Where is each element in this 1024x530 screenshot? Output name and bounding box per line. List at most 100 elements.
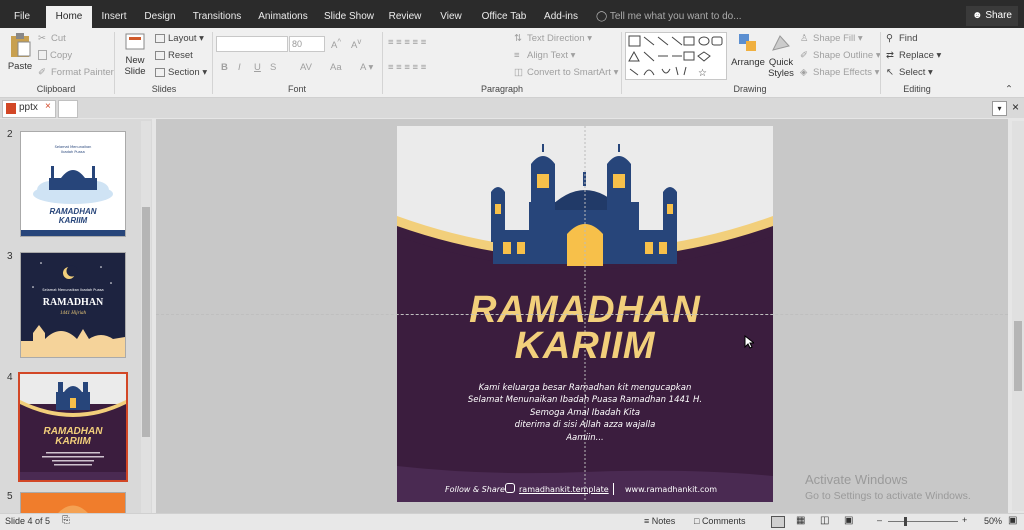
slide-title-line2: KARIIM bbox=[514, 325, 656, 367]
align-buttons[interactable]: ≡ ≡ ≡ ≡ ≡ bbox=[388, 62, 426, 73]
body-line: Selamat Menunaikan Ibadah Puasa Ramadhan… bbox=[467, 395, 703, 406]
slide-number: 2 bbox=[7, 129, 13, 140]
new-tab-button[interactable] bbox=[58, 100, 78, 118]
tab-slide-show[interactable]: Slide Show bbox=[321, 6, 377, 28]
copy-icon bbox=[38, 50, 47, 61]
shape-effects-label: Shape Effects bbox=[813, 67, 872, 78]
fit-to-window-icon[interactable]: ▣ bbox=[1008, 515, 1017, 526]
font-size-field[interactable]: 80 bbox=[289, 36, 325, 52]
italic-button[interactable]: I bbox=[238, 62, 241, 73]
svg-text:RAMADHAN: RAMADHAN bbox=[43, 297, 104, 308]
tab-add-ins[interactable]: Add-ins bbox=[539, 6, 583, 28]
replace-button[interactable]: ⇄ Replace ▾ bbox=[886, 50, 941, 61]
zoom-slider[interactable] bbox=[888, 521, 958, 522]
font-family-field[interactable] bbox=[216, 36, 288, 52]
comments-button[interactable]: □ Comments bbox=[694, 516, 745, 526]
cursor-icon: ↖ bbox=[886, 67, 894, 79]
slide-thumbnail-5[interactable] bbox=[20, 492, 126, 515]
tab-animations[interactable]: Animations bbox=[254, 6, 312, 28]
status-bar: Slide 4 of 5 ⎘ ≡ Notes □ Comments ▦ ◫ ▣ … bbox=[0, 513, 1024, 530]
tab-view[interactable]: View bbox=[433, 6, 469, 28]
shape-fill-button[interactable]: ♙ Shape Fill ▾ bbox=[800, 33, 863, 44]
canvas-scroll-thumb[interactable] bbox=[1014, 321, 1022, 391]
text-direction-button[interactable]: ⇅ Text Direction ▾ bbox=[514, 33, 592, 44]
tell-me-search[interactable]: ◯ Tell me what you want to do... bbox=[596, 6, 742, 28]
slide-thumbnail-2[interactable]: Selamat Menunaikan Ibadah Puasa RAMADHAN… bbox=[20, 131, 126, 237]
slides-group-label: Slides bbox=[151, 84, 177, 94]
new-slide-button[interactable]: New Slide bbox=[120, 32, 150, 77]
paste-button[interactable]: Paste bbox=[4, 32, 36, 72]
close-tab-icon[interactable]: × bbox=[45, 101, 51, 112]
change-case-button[interactable]: Aa bbox=[330, 62, 342, 73]
zoom-in-button[interactable]: + bbox=[962, 515, 967, 525]
tab-insert[interactable]: Insert bbox=[96, 6, 132, 28]
align-text-button[interactable]: ≡ Align Text ▾ bbox=[514, 50, 575, 61]
tab-office-tab[interactable]: Office Tab bbox=[477, 6, 531, 28]
text-direction-icon: ⇅ bbox=[514, 33, 522, 45]
activate-windows-title: Activate Windows bbox=[805, 472, 908, 487]
arrange-button[interactable]: Arrange bbox=[731, 32, 765, 68]
tab-list-dropdown[interactable]: ▾ bbox=[992, 101, 1007, 116]
normal-view-icon[interactable] bbox=[771, 516, 785, 528]
underline-button[interactable]: U bbox=[254, 62, 261, 73]
slideshow-icon[interactable]: ▣ bbox=[844, 515, 853, 526]
tab-design[interactable]: Design bbox=[139, 6, 181, 28]
notes-button[interactable]: ≡ Notes bbox=[644, 516, 675, 526]
font-color-button[interactable]: A ▾ bbox=[360, 62, 373, 73]
slide-thumbnail-3[interactable]: Selamat Menunaikan Ibadah Puasa RAMADHAN… bbox=[20, 252, 126, 358]
section-button[interactable]: Section ▾ bbox=[155, 67, 207, 78]
clipboard-icon bbox=[11, 33, 31, 57]
shapes-gallery[interactable]: ☆ bbox=[625, 32, 727, 80]
doc-tab[interactable]: pptx × bbox=[2, 100, 56, 118]
close-document-icon[interactable]: × bbox=[1009, 101, 1022, 114]
comments-label: Comments bbox=[701, 516, 746, 526]
website-url: www.ramadhankit.com bbox=[625, 485, 718, 494]
thumbnail-scroll-thumb[interactable] bbox=[142, 207, 150, 437]
slide-title[interactable]: RAMADHAN KARIIM bbox=[397, 291, 773, 367]
canvas-scrollbar[interactable] bbox=[1012, 121, 1024, 511]
shape-effects-button[interactable]: ◈ Shape Effects ▾ bbox=[800, 67, 879, 78]
tab-home[interactable]: Home bbox=[46, 6, 92, 28]
slide-body-text[interactable]: Kami keluarga besar Ramadhan kit menguca… bbox=[397, 382, 773, 444]
slide-3-art: Selamat Menunaikan Ibadah Puasa RAMADHAN… bbox=[21, 262, 125, 357]
grow-font-button[interactable]: A^ bbox=[331, 37, 341, 51]
section-label: Section bbox=[168, 67, 200, 78]
cut-button[interactable]: ✂ Cut bbox=[38, 33, 66, 44]
select-button[interactable]: ↖ Select ▾ bbox=[886, 67, 933, 78]
shape-outline-button[interactable]: ✐ Shape Outline ▾ bbox=[800, 50, 881, 61]
shadow-button[interactable]: S bbox=[270, 62, 276, 73]
reset-button[interactable]: Reset bbox=[155, 50, 193, 61]
slide-footer: Follow & Share ramadhankit.template www.… bbox=[397, 483, 773, 497]
zoom-out-button[interactable]: – bbox=[877, 515, 882, 525]
bold-button[interactable]: B bbox=[221, 62, 228, 73]
char-spacing-button[interactable]: AV bbox=[300, 62, 312, 73]
spellcheck-icon[interactable]: ⎘ bbox=[62, 515, 70, 526]
tab-transitions[interactable]: Transitions bbox=[189, 6, 245, 28]
tab-review[interactable]: Review bbox=[385, 6, 425, 28]
copy-button[interactable]: Copy bbox=[38, 50, 72, 61]
slide-5-art bbox=[57, 505, 89, 514]
tab-file[interactable]: File bbox=[6, 6, 38, 28]
document-tab-bar: pptx × ▾ × bbox=[0, 98, 1024, 118]
format-painter-button[interactable]: ✐ Format Painter bbox=[38, 67, 114, 78]
thumbnail-scrollbar[interactable] bbox=[141, 121, 151, 513]
zoom-level[interactable]: 50% bbox=[984, 516, 1002, 526]
divider bbox=[212, 32, 213, 94]
share-button[interactable]: ☻ Share bbox=[966, 6, 1018, 26]
slide-sorter-icon[interactable]: ▦ bbox=[796, 515, 805, 526]
zoom-slider-thumb[interactable] bbox=[904, 517, 907, 526]
layout-button[interactable]: Layout ▾ bbox=[155, 33, 204, 44]
reading-view-icon[interactable]: ◫ bbox=[820, 515, 829, 526]
shrink-font-button[interactable]: Av bbox=[351, 37, 361, 51]
bullets-button[interactable]: ≡ ≡ ≡ ≡ ≡ bbox=[388, 37, 426, 48]
collapse-ribbon-button[interactable]: ⌃ bbox=[1005, 84, 1013, 95]
lightbulb-icon: ◯ bbox=[596, 11, 608, 22]
smartart-button[interactable]: ◫ Convert to SmartArt ▾ bbox=[514, 67, 618, 78]
slide-thumbnail-4[interactable]: RAMADHAN KARIIM bbox=[18, 372, 128, 482]
align-text-label: Align Text bbox=[527, 50, 569, 61]
arrange-icon bbox=[739, 34, 756, 51]
find-button[interactable]: ⚲ Find bbox=[886, 33, 917, 44]
quick-styles-button[interactable]: Quick Styles bbox=[767, 32, 795, 79]
select-label: Select bbox=[899, 67, 926, 78]
slide-counter[interactable]: Slide 4 of 5 bbox=[5, 516, 50, 526]
